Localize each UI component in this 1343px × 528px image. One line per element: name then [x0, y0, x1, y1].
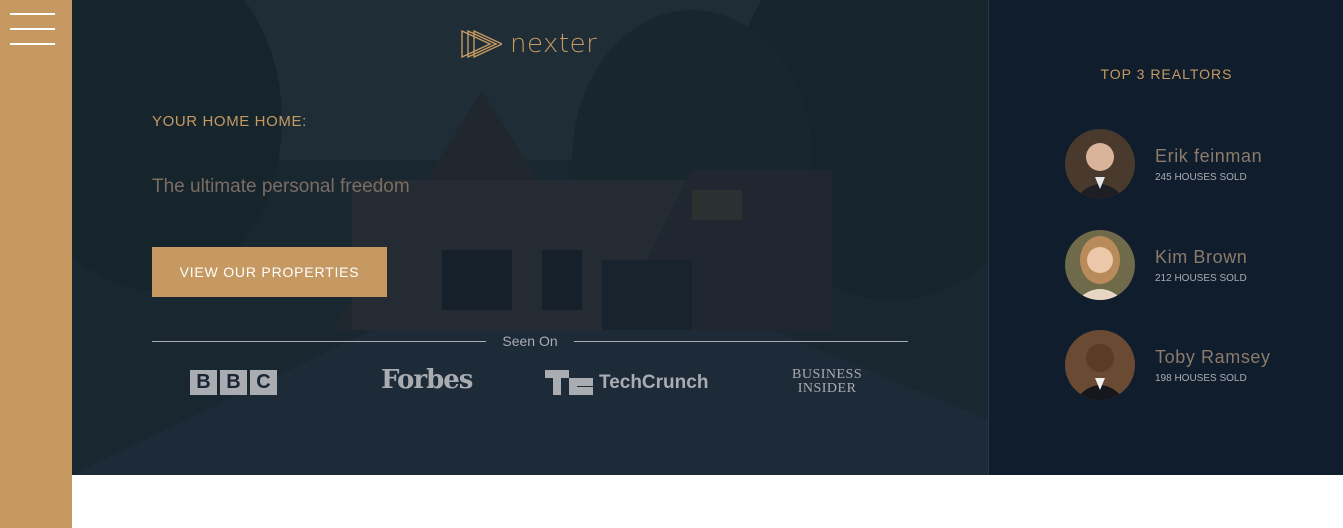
realtor-card[interactable]: Erik feinman 245 HOUSES SOLD [1065, 129, 1325, 199]
realtor-houses-sold: 245 HOUSES SOLD [1155, 172, 1247, 183]
seen-on-label: Seen On [502, 333, 558, 349]
techcrunch-text: TechCrunch [599, 371, 709, 393]
hero-heading: The ultimate personal freedom [152, 176, 410, 197]
realtor-avatar [1065, 230, 1135, 300]
triangles-play-icon [461, 29, 502, 59]
divider-line [573, 340, 909, 342]
seen-on-divider: Seen On [152, 330, 909, 352]
divider-line [152, 340, 487, 342]
realtor-avatar [1065, 129, 1135, 199]
menu-line [10, 28, 55, 30]
realtor-name: Erik feinman [1155, 146, 1263, 166]
bbc-letter: B [190, 370, 217, 395]
business-insider-line: BUSINESS [792, 367, 863, 382]
press-logos: B B C Forbes TechCrunch BUSINESS INSIDER [152, 365, 908, 405]
techcrunch-mark-icon [545, 370, 593, 395]
logo-text: nexter [510, 29, 598, 59]
menu-line [10, 13, 55, 15]
realtor-card[interactable]: Toby Ramsey 198 HOUSES SOLD [1065, 330, 1325, 400]
techcrunch-logo: TechCrunch [545, 370, 708, 395]
top-realtors-panel: TOP 3 REALTORS Erik feinman 245 HOUSES S… [988, 0, 1343, 475]
sidebar [0, 0, 72, 528]
forbes-logo: Forbes [381, 365, 473, 395]
realtor-card[interactable]: Kim Brown 212 HOUSES SOLD [1065, 230, 1325, 300]
bbc-letter: C [250, 370, 277, 395]
realtor-houses-sold: 212 HOUSES SOLD [1155, 273, 1247, 284]
realtor-avatar [1065, 330, 1135, 400]
realtor-houses-sold: 198 HOUSES SOLD [1155, 373, 1247, 384]
realtor-name: Toby Ramsey [1155, 347, 1271, 367]
bbc-logo: B B C [190, 370, 277, 395]
business-insider-logo: BUSINESS INSIDER [792, 368, 862, 396]
business-insider-line: INSIDER [797, 381, 857, 396]
hero-header: nexter YOUR HOME HOME: The ultimate pers… [72, 0, 988, 475]
view-properties-button[interactable]: VIEW OUR PROPERTIES [152, 247, 387, 297]
realtor-name: Kim Brown [1155, 247, 1248, 267]
realtors-title: TOP 3 REALTORS [1100, 66, 1233, 82]
nexter-logo[interactable]: nexter [460, 27, 610, 61]
hamburger-menu-button[interactable] [0, 0, 72, 60]
bbc-letter: B [220, 370, 247, 395]
menu-line [10, 43, 55, 45]
hero-subtitle: YOUR HOME HOME: [152, 113, 307, 130]
